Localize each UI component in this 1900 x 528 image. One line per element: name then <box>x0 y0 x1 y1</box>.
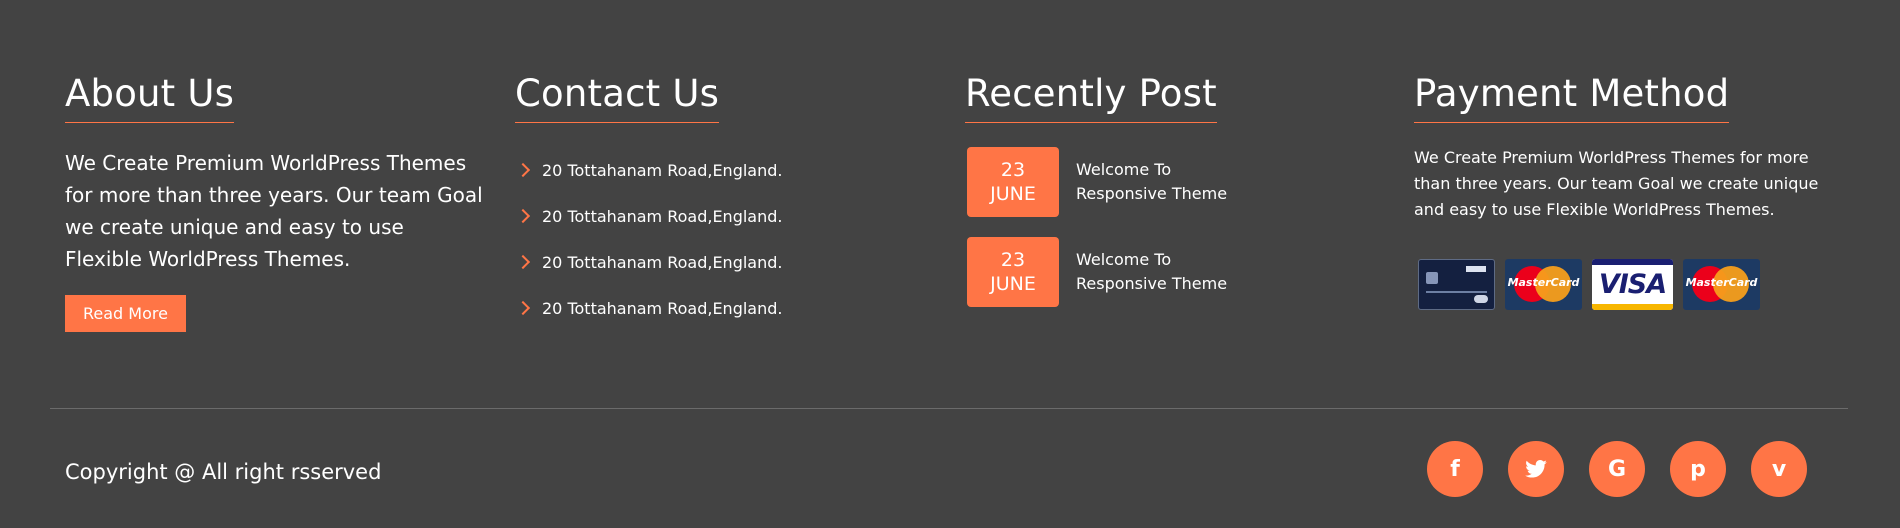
mastercard-icon: MasterCard <box>1683 259 1760 310</box>
post-date-day: 23 <box>1000 159 1026 181</box>
google-glyph: G <box>1607 456 1627 482</box>
mastercard-icon: MasterCard <box>1505 259 1582 310</box>
post-title-link[interactable]: Welcome To Responsive Theme <box>1076 248 1256 296</box>
payment-cards: MasterCard VISA MasterCard <box>1418 259 1854 310</box>
contact-section: Contact Us 20 Tottahanam Road,England. 2… <box>515 72 935 331</box>
recent-post[interactable]: 23 JUNE Welcome To Responsive Theme <box>965 147 1385 217</box>
recent-posts-heading: Recently Post <box>965 72 1217 123</box>
post-date-badge: 23 JUNE <box>967 147 1059 217</box>
contact-item: 20 Tottahanam Road,England. <box>515 285 935 331</box>
mastercard-label: MasterCard <box>1507 276 1580 289</box>
bank-card-icon <box>1418 259 1495 310</box>
contact-heading: Contact Us <box>515 72 720 123</box>
facebook-icon[interactable]: f <box>1427 441 1483 497</box>
visa-icon: VISA <box>1592 259 1673 310</box>
vimeo-icon[interactable]: v <box>1751 441 1807 497</box>
contact-item: 20 Tottahanam Road,England. <box>515 239 935 285</box>
copyright-text: Copyright @ All right rsserved <box>65 460 382 484</box>
chevron-right-icon <box>515 252 535 272</box>
contact-item-text: 20 Tottahanam Road,England. <box>542 298 783 318</box>
about-heading: About Us <box>65 72 235 123</box>
footer-divider <box>50 408 1848 409</box>
visa-label: VISA <box>1598 269 1667 300</box>
contact-list: 20 Tottahanam Road,England. 20 Tottahana… <box>515 147 935 331</box>
twitter-icon[interactable] <box>1508 441 1564 497</box>
recent-post[interactable]: 23 JUNE Welcome To Responsive Theme <box>965 237 1385 307</box>
about-text: We Create Premium WorldPress Themes for … <box>65 151 483 271</box>
mastercard-label: MasterCard <box>1685 276 1758 289</box>
contact-item-text: 20 Tottahanam Road,England. <box>542 206 783 226</box>
about-section: About Us We Create Premium WorldPress Th… <box>65 72 485 332</box>
post-date-month: JUNE <box>990 183 1036 205</box>
footer: About Us We Create Premium WorldPress Th… <box>0 0 1900 528</box>
contact-item-text: 20 Tottahanam Road,England. <box>542 160 783 180</box>
recent-posts-list: 23 JUNE Welcome To Responsive Theme 23 J… <box>965 147 1385 307</box>
chevron-right-icon <box>515 206 535 226</box>
read-more-button[interactable]: Read More <box>65 295 186 332</box>
chevron-right-icon <box>515 298 535 318</box>
contact-item: 20 Tottahanam Road,England. <box>515 193 935 239</box>
google-icon[interactable]: G <box>1589 441 1645 497</box>
chevron-right-icon <box>515 160 535 180</box>
vimeo-glyph: v <box>1771 456 1787 482</box>
social-links: f G p v <box>1427 441 1807 497</box>
pinterest-glyph: p <box>1690 456 1706 482</box>
contact-item-text: 20 Tottahanam Road,England. <box>542 252 783 272</box>
facebook-glyph: f <box>1450 456 1460 482</box>
twitter-bird <box>1525 460 1547 478</box>
post-title-link[interactable]: Welcome To Responsive Theme <box>1076 158 1256 206</box>
post-date-day: 23 <box>1000 249 1026 271</box>
post-date-badge: 23 JUNE <box>967 237 1059 307</box>
contact-item: 20 Tottahanam Road,England. <box>515 147 935 193</box>
payment-text: We Create Premium WorldPress Themes for … <box>1414 148 1819 219</box>
payment-heading: Payment Method <box>1414 72 1730 123</box>
recent-posts-section: Recently Post 23 JUNE Welcome To Respons… <box>965 72 1385 307</box>
payment-section: Payment Method We Create Premium WorldPr… <box>1414 72 1854 310</box>
pinterest-icon[interactable]: p <box>1670 441 1726 497</box>
post-date-month: JUNE <box>990 273 1036 295</box>
